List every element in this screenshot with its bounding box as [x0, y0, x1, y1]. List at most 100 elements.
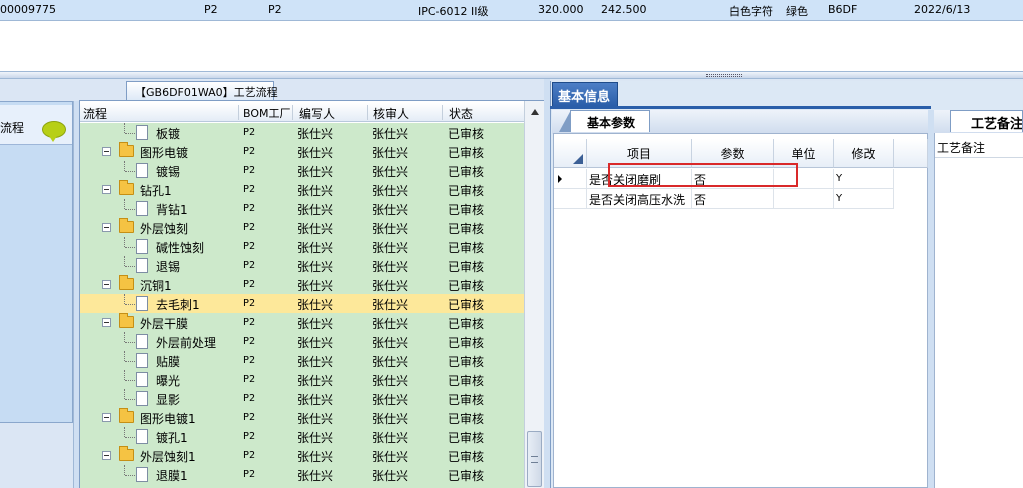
tree-cell-bom: P2 [243, 241, 256, 252]
tree-cell-status: 已审核 [448, 431, 485, 445]
tree-cell-bom: P2 [243, 336, 256, 347]
tree-row[interactable]: 碱性蚀刻 P2 张仕兴 张仕兴 已审核 [80, 237, 524, 256]
tree-cell-status: 已审核 [448, 393, 485, 407]
tree-scrollbar[interactable] [524, 101, 544, 488]
grid-row-header[interactable] [554, 169, 587, 189]
scroll-up-icon[interactable] [531, 109, 539, 115]
tree-row[interactable]: 外层前处理 P2 张仕兴 张仕兴 已审核 [80, 332, 524, 351]
tree-cell-bom: P2 [243, 393, 256, 404]
tree-row[interactable]: 图形电镀 P2 张仕兴 张仕兴 已审核 [80, 142, 524, 161]
tree-cell-writer: 张仕兴 [297, 412, 334, 426]
tree-cell-reviewer: 张仕兴 [372, 203, 409, 217]
tree-row[interactable]: 板镀 P2 张仕兴 张仕兴 已审核 [80, 123, 524, 142]
tree-cell-writer: 张仕兴 [297, 203, 334, 217]
tree-row[interactable]: 显影 P2 张仕兴 张仕兴 已审核 [80, 389, 524, 408]
tree-row[interactable]: 退锡 P2 张仕兴 张仕兴 已审核 [80, 256, 524, 275]
tree-row[interactable]: 外层蚀刻1 P2 张仕兴 张仕兴 已审核 [80, 446, 524, 465]
tree-row[interactable]: 外层干膜 P2 张仕兴 张仕兴 已审核 [80, 313, 524, 332]
tree-cell-bom: P2 [243, 469, 256, 480]
tree-cell-bom: P2 [243, 279, 256, 290]
tab-basic-params[interactable]: 基本参数 [559, 110, 650, 132]
tree-cell-writer: 张仕兴 [297, 298, 334, 312]
tree-row[interactable]: 镀锡 P2 张仕兴 张仕兴 已审核 [80, 161, 524, 180]
col-header-reviewer[interactable]: 核审人 [373, 105, 409, 122]
tree-node-label: 外层干膜 [140, 317, 189, 331]
col-header-writer[interactable]: 编写人 [299, 105, 335, 122]
col-header-bom[interactable]: BOM工厂 [243, 105, 291, 121]
tab-process-flow[interactable]: 【GB6DF01WA0】工艺流程 [126, 81, 278, 100]
tab-basic-info[interactable]: 基本信息 [552, 82, 618, 106]
collapse-icon[interactable] [102, 185, 111, 194]
horizontal-splitter[interactable] [0, 71, 1023, 79]
tree-node-label: 曝光 [156, 374, 181, 388]
tree-node-label: 退膜1 [156, 469, 188, 483]
tree-cell-status: 已审核 [448, 279, 485, 293]
tree-node-label: 背钻1 [156, 203, 188, 217]
record-char-color: 白色字符 [729, 5, 773, 18]
collapse-icon[interactable] [102, 318, 111, 327]
collapse-icon[interactable] [102, 451, 111, 460]
tree-node-label: 钻孔1 [140, 184, 172, 198]
folder-icon [119, 218, 134, 233]
document-icon [136, 334, 148, 349]
tree-row[interactable]: 贴膜 P2 张仕兴 张仕兴 已审核 [80, 351, 524, 370]
grid-cell-param[interactable]: 否 [692, 189, 774, 209]
tree-row[interactable]: 沉铜1 P2 张仕兴 张仕兴 已审核 [80, 275, 524, 294]
collapse-icon[interactable] [102, 280, 111, 289]
col-header-status[interactable]: 状态 [449, 105, 473, 122]
grid-row-header[interactable] [554, 189, 587, 209]
tree-node-label: 去毛刺1 [156, 298, 200, 312]
tree-cell-writer: 张仕兴 [297, 279, 334, 293]
tree-cell-writer: 张仕兴 [297, 355, 334, 369]
tree-cell-reviewer: 张仕兴 [372, 336, 409, 350]
grid-cell-modify[interactable]: Y [834, 189, 894, 209]
collapse-icon[interactable] [102, 413, 111, 422]
tree-cell-reviewer: 张仕兴 [372, 127, 409, 141]
grid-cell-modify[interactable]: Y [834, 169, 894, 189]
tree-row[interactable]: 背钻1 P2 张仕兴 张仕兴 已审核 [80, 199, 524, 218]
tree-row[interactable]: 外层蚀刻 P2 张仕兴 张仕兴 已审核 [80, 218, 524, 237]
grid-cell-unit[interactable] [774, 189, 834, 209]
tree-cell-bom: P2 [243, 260, 256, 271]
tree-row[interactable]: 镀孔1 P2 张仕兴 张仕兴 已审核 [80, 427, 524, 446]
record-date: 2022/6/13 [914, 3, 971, 16]
tree-node-label: 沉铜1 [140, 279, 172, 293]
grid-header-modify[interactable]: 修改 [834, 139, 894, 168]
record-standard: IPC-6012 II级 [418, 5, 489, 18]
grid-corner[interactable] [554, 139, 587, 168]
tree-cell-writer: 张仕兴 [297, 450, 334, 464]
scroll-thumb[interactable] [527, 431, 542, 487]
tab-process-notes[interactable]: 工艺备注 [950, 110, 1023, 132]
nav-item-process[interactable]: 流程 [0, 105, 72, 145]
record-value-2: 242.500 [601, 3, 647, 16]
tree-row[interactable]: 曝光 P2 张仕兴 张仕兴 已审核 [80, 370, 524, 389]
tree-node-label: 镀孔1 [156, 431, 188, 445]
tree-cell-writer: 张仕兴 [297, 393, 334, 407]
tree-cell-status: 已审核 [448, 260, 485, 274]
document-icon [136, 258, 148, 273]
collapse-icon[interactable] [102, 147, 111, 156]
grid-cell-item[interactable]: 是否关闭高压水洗 [587, 189, 692, 209]
tree-cell-writer: 张仕兴 [297, 146, 334, 160]
tree-row[interactable]: 退膜1 P2 张仕兴 张仕兴 已审核 [80, 465, 524, 484]
tree-cell-bom: P2 [243, 203, 256, 214]
tree-node-label: 外层蚀刻1 [140, 450, 196, 464]
collapse-icon[interactable] [102, 223, 111, 232]
tree-cell-reviewer: 张仕兴 [372, 298, 409, 312]
tree-cell-bom: P2 [243, 127, 256, 138]
tree-node-label: 碱性蚀刻 [156, 241, 205, 255]
tree-row[interactable]: 钻孔1 P2 张仕兴 张仕兴 已审核 [80, 180, 524, 199]
record-bom: P2 [204, 3, 218, 16]
tree-cell-writer: 张仕兴 [297, 241, 334, 255]
tab-underline [550, 106, 931, 109]
tree-cell-reviewer: 张仕兴 [372, 431, 409, 445]
tree-cell-status: 已审核 [448, 355, 485, 369]
document-icon [136, 239, 148, 254]
tree-row[interactable]: 图形电镀1 P2 张仕兴 张仕兴 已审核 [80, 408, 524, 427]
record-mask-color: 绿色 [786, 5, 808, 18]
tree-row[interactable]: 去毛刺1 P2 张仕兴 张仕兴 已审核 [80, 294, 524, 313]
col-header-flow[interactable]: 流程 [83, 105, 107, 122]
tree-cell-reviewer: 张仕兴 [372, 279, 409, 293]
record-row[interactable]: 00009775 P2 P2 IPC-6012 II级 320.000 242.… [0, 0, 1023, 21]
tree-cell-writer: 张仕兴 [297, 469, 334, 483]
